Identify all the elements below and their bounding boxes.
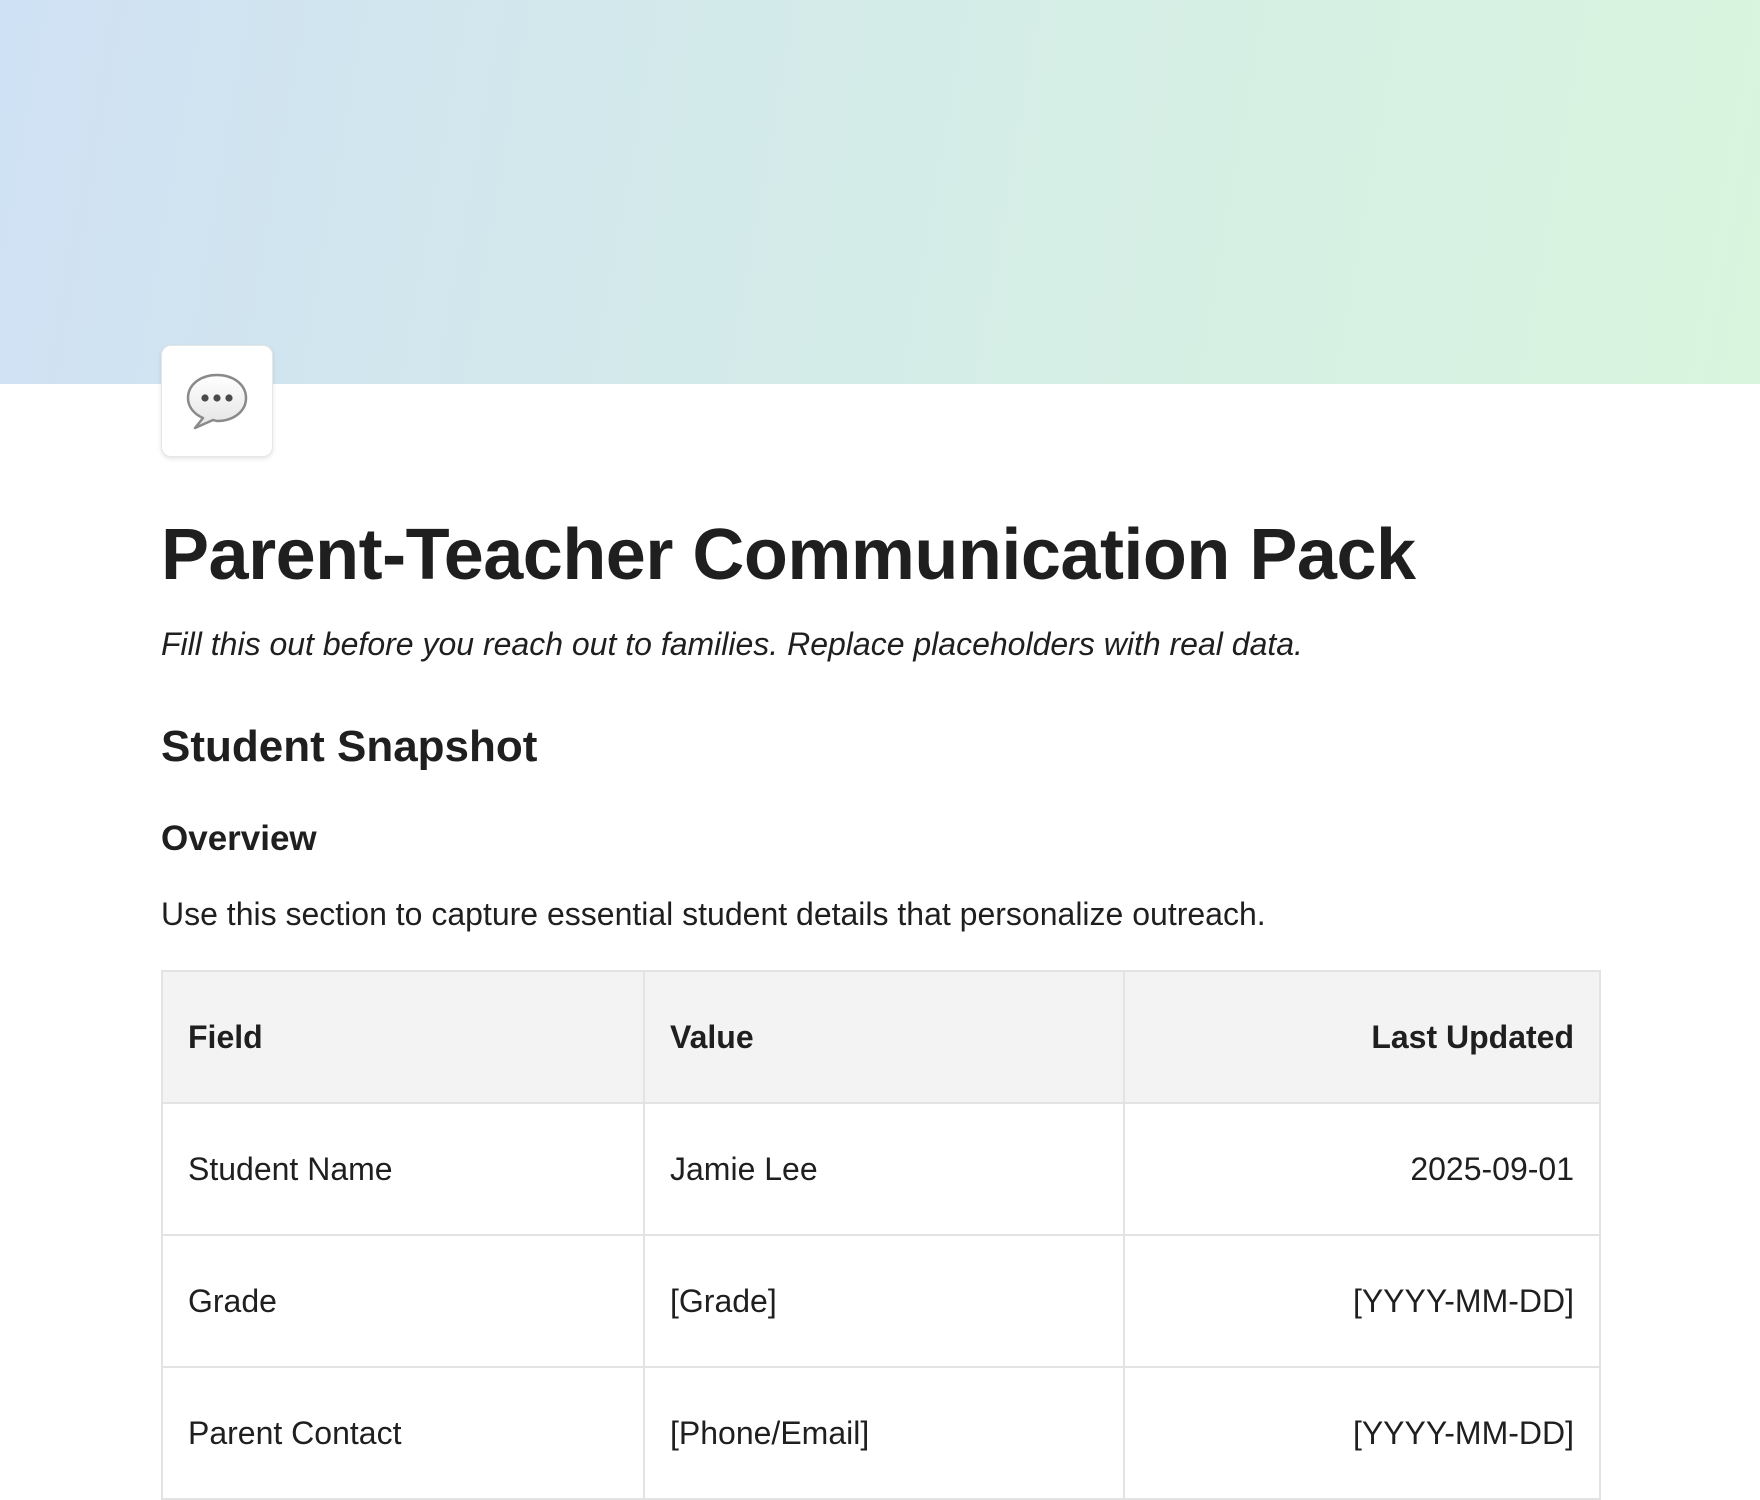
section-subheading[interactable]: Overview: [161, 818, 317, 860]
cell-field[interactable]: Student Name: [161, 1102, 645, 1236]
table-row: Student Name Jamie Lee 2025-09-01: [161, 1102, 1601, 1236]
cell-last-updated[interactable]: [YYYY-MM-DD]: [1123, 1234, 1601, 1368]
column-header-field[interactable]: Field: [161, 970, 645, 1104]
section-intro[interactable]: Use this section to capture essential st…: [161, 894, 1266, 934]
cover-banner: [0, 0, 1760, 384]
cell-field[interactable]: Parent Contact: [161, 1366, 645, 1500]
cell-field[interactable]: Grade: [161, 1234, 645, 1368]
column-header-value[interactable]: Value: [643, 970, 1125, 1104]
table-header-row: Field Value Last Updated: [161, 970, 1601, 1104]
cell-value[interactable]: [Phone/Email]: [643, 1366, 1125, 1500]
page-icon[interactable]: [161, 345, 273, 457]
page-title[interactable]: Parent-Teacher Communication Pack: [161, 510, 1416, 600]
speech-bubble-icon: [186, 373, 248, 430]
cell-value[interactable]: [Grade]: [643, 1234, 1125, 1368]
column-header-last-updated[interactable]: Last Updated: [1123, 970, 1601, 1104]
cell-last-updated[interactable]: [YYYY-MM-DD]: [1123, 1366, 1601, 1500]
table-row: Grade [Grade] [YYYY-MM-DD]: [161, 1234, 1601, 1368]
student-snapshot-table: Field Value Last Updated Student Name Ja…: [161, 970, 1601, 1500]
cell-last-updated[interactable]: 2025-09-01: [1123, 1102, 1601, 1236]
table-row: Parent Contact [Phone/Email] [YYYY-MM-DD…: [161, 1366, 1601, 1500]
section-heading[interactable]: Student Snapshot: [161, 720, 537, 774]
page-subtitle[interactable]: Fill this out before you reach out to fa…: [161, 624, 1303, 664]
cell-value[interactable]: Jamie Lee: [643, 1102, 1125, 1236]
